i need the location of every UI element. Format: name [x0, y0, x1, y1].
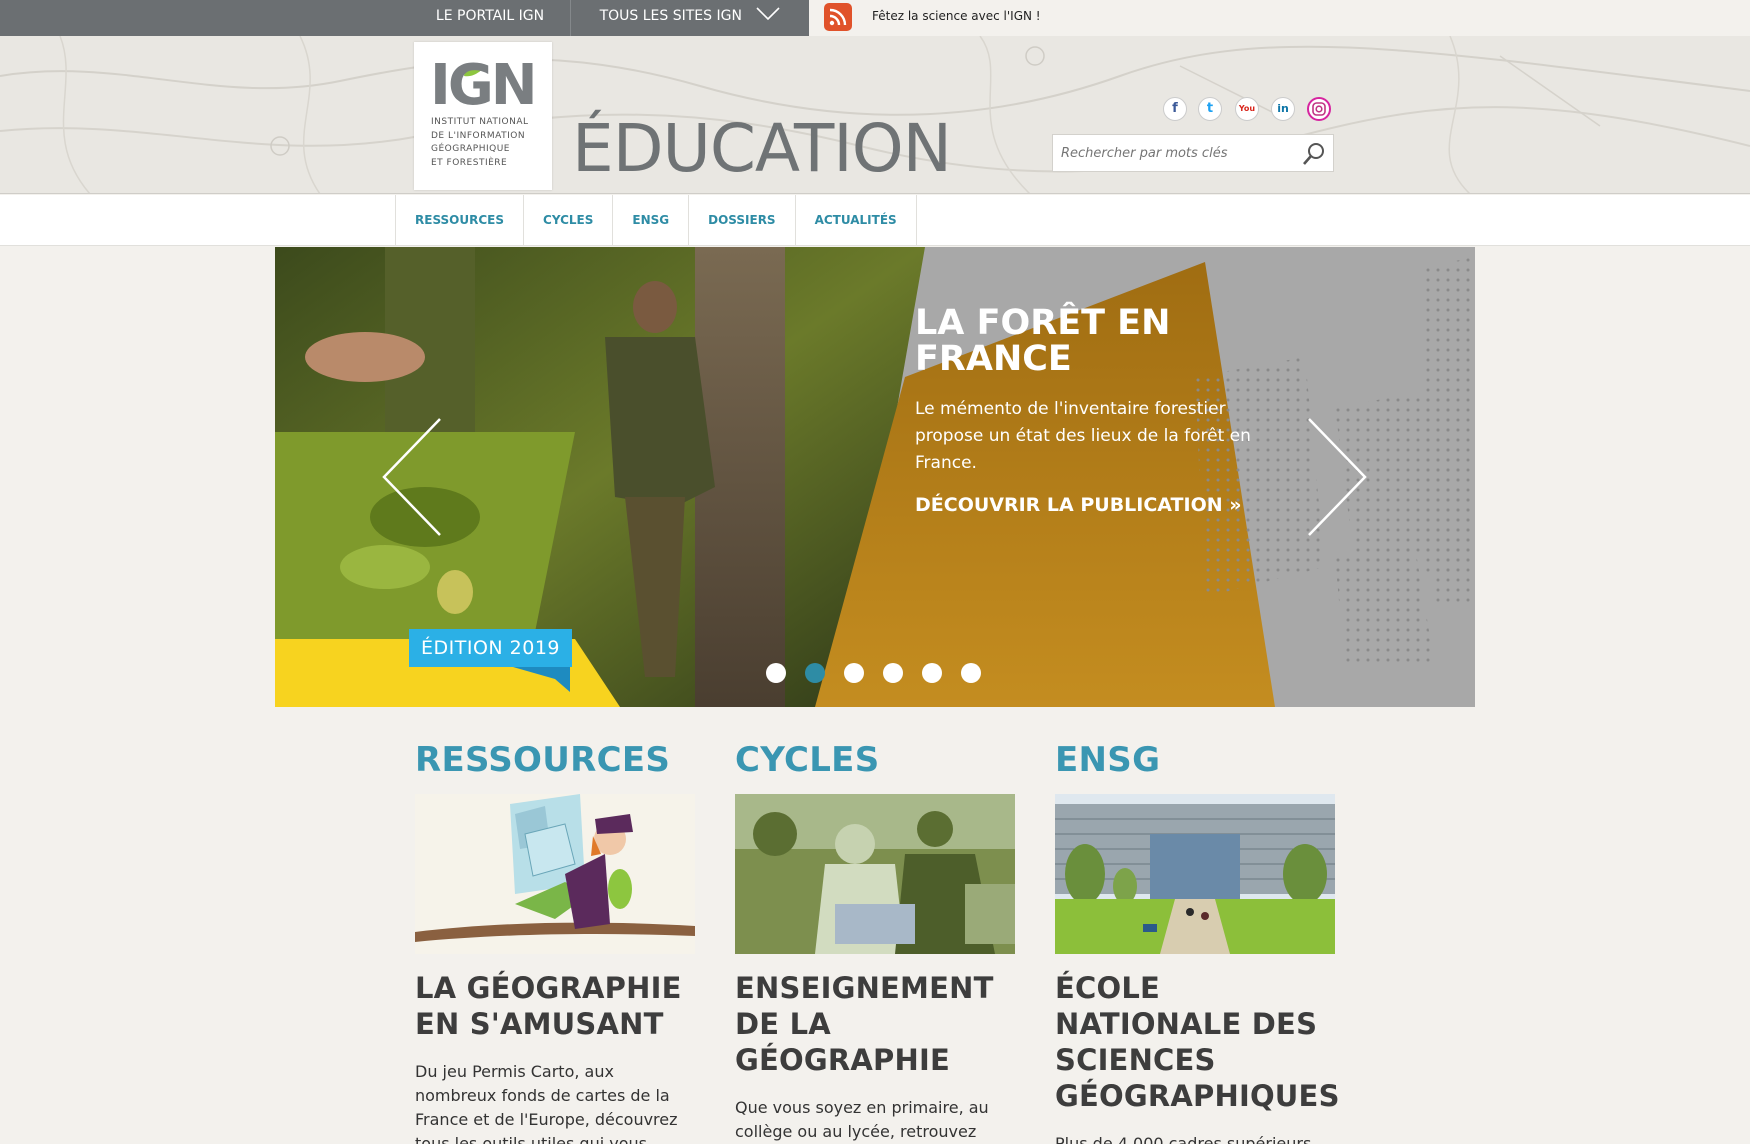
ressources-illustration[interactable] [415, 794, 695, 954]
nav-items: RESSOURCES CYCLES ENSG DOSSIERS ACTUALIT… [395, 195, 917, 246]
ensg-building-photo[interactable] [1055, 794, 1335, 954]
nav-item-cycles[interactable]: CYCLES [524, 195, 614, 246]
hero-slider: LA FORÊT EN FRANCE Le mémento de l'inven… [275, 247, 1475, 707]
portail-ign-link[interactable]: LE PORTAIL IGN [410, 0, 570, 36]
instagram-icon[interactable] [1307, 97, 1331, 121]
slider-dot[interactable] [961, 663, 981, 683]
edition-badge: ÉDITION 2019 [409, 629, 573, 667]
nav-item-ensg[interactable]: ENSG [613, 195, 690, 246]
tous-les-sites-label: TOUS LES SITES IGN [599, 8, 742, 24]
logo-institute-name: INSTITUT NATIONAL DE L'INFORMATION GÉOGR… [431, 117, 529, 168]
cycles-photo[interactable] [735, 794, 1015, 954]
slider-dot[interactable] [766, 663, 786, 683]
twitter-icon[interactable]: t [1198, 97, 1222, 121]
chevron-down-icon [756, 7, 780, 21]
column-text: Plus de 4 000 cadres supérieurs, ingénie… [1055, 1134, 1317, 1144]
facebook-icon[interactable]: f [1163, 97, 1187, 121]
logo-letters: IGN [430, 53, 538, 118]
column-title[interactable]: LA GÉOGRAPHIE EN S'AMUSANT [415, 970, 695, 1042]
search-box [1052, 134, 1334, 172]
column-cycles: CYCLES ENSEIGNEMENT DE LA GÉOGRAPHIE Que… [735, 740, 1015, 1144]
hero-description: Le mémento de l'inventaire forestier pro… [915, 399, 1251, 473]
discover-publication-link[interactable]: DÉCOUVRIR LA PUBLICATION » [915, 494, 1242, 516]
linkedin-icon[interactable]: in [1271, 97, 1295, 121]
section-title: ÉDUCATION [572, 110, 952, 187]
column-title[interactable]: ENSEIGNEMENT DE LA GÉOGRAPHIE [735, 970, 1015, 1078]
chevron-right-icon[interactable] [1305, 417, 1369, 537]
nav-item-dossiers[interactable]: DOSSIERS [689, 195, 796, 246]
slider-dot-active[interactable] [805, 663, 825, 683]
slider-dot[interactable] [844, 663, 864, 683]
column-title[interactable]: ÉCOLE NATIONALE DES SCIENCES GÉOGRAPHIQU… [1055, 970, 1339, 1114]
rss-icon[interactable] [824, 3, 852, 31]
main-nav: RESSOURCES CYCLES ENSG DOSSIERS ACTUALIT… [0, 195, 1750, 246]
slider-dots [766, 663, 1000, 683]
ign-logo[interactable]: IGN INSTITUT NATIONAL DE L'INFORMATION G… [414, 42, 552, 190]
chevron-left-icon[interactable] [380, 417, 444, 537]
fetez-la-science-link[interactable]: Fêtez la science avec l'IGN ! [872, 0, 1041, 32]
column-ressources: RESSOURCES LA GÉOGRAPHIE EN S'AMUSANT Du… [415, 740, 695, 1144]
hero-title: LA FORÊT EN FRANCE [915, 303, 1171, 379]
nav-item-ressources[interactable]: RESSOURCES [396, 195, 525, 246]
search-icon[interactable] [1301, 141, 1327, 167]
column-text: Du jeu Permis Carto, aux nombreux fonds … [415, 1062, 678, 1144]
column-heading[interactable]: CYCLES [735, 740, 1015, 794]
column-ensg: ENSG ÉCOLE NATIONALE DES SCIENCES GÉOGRA… [1055, 740, 1339, 1144]
slider-dot[interactable] [883, 663, 903, 683]
top-utility-bar: LE PORTAIL IGN TOUS LES SITES IGN Fêtez … [0, 0, 1750, 36]
site-header: IGN INSTITUT NATIONAL DE L'INFORMATION G… [0, 36, 1750, 194]
column-heading[interactable]: ENSG [1055, 740, 1335, 794]
nav-item-actualites[interactable]: ACTUALITÉS [796, 195, 917, 246]
column-text: Que vous soyez en primaire, au collège o… [735, 1098, 989, 1141]
search-input[interactable] [1061, 135, 1291, 171]
youtube-icon[interactable]: You [1235, 97, 1259, 121]
slider-dot[interactable] [922, 663, 942, 683]
tous-les-sites-dropdown[interactable]: TOUS LES SITES IGN [570, 0, 809, 36]
column-heading[interactable]: RESSOURCES [415, 740, 695, 794]
